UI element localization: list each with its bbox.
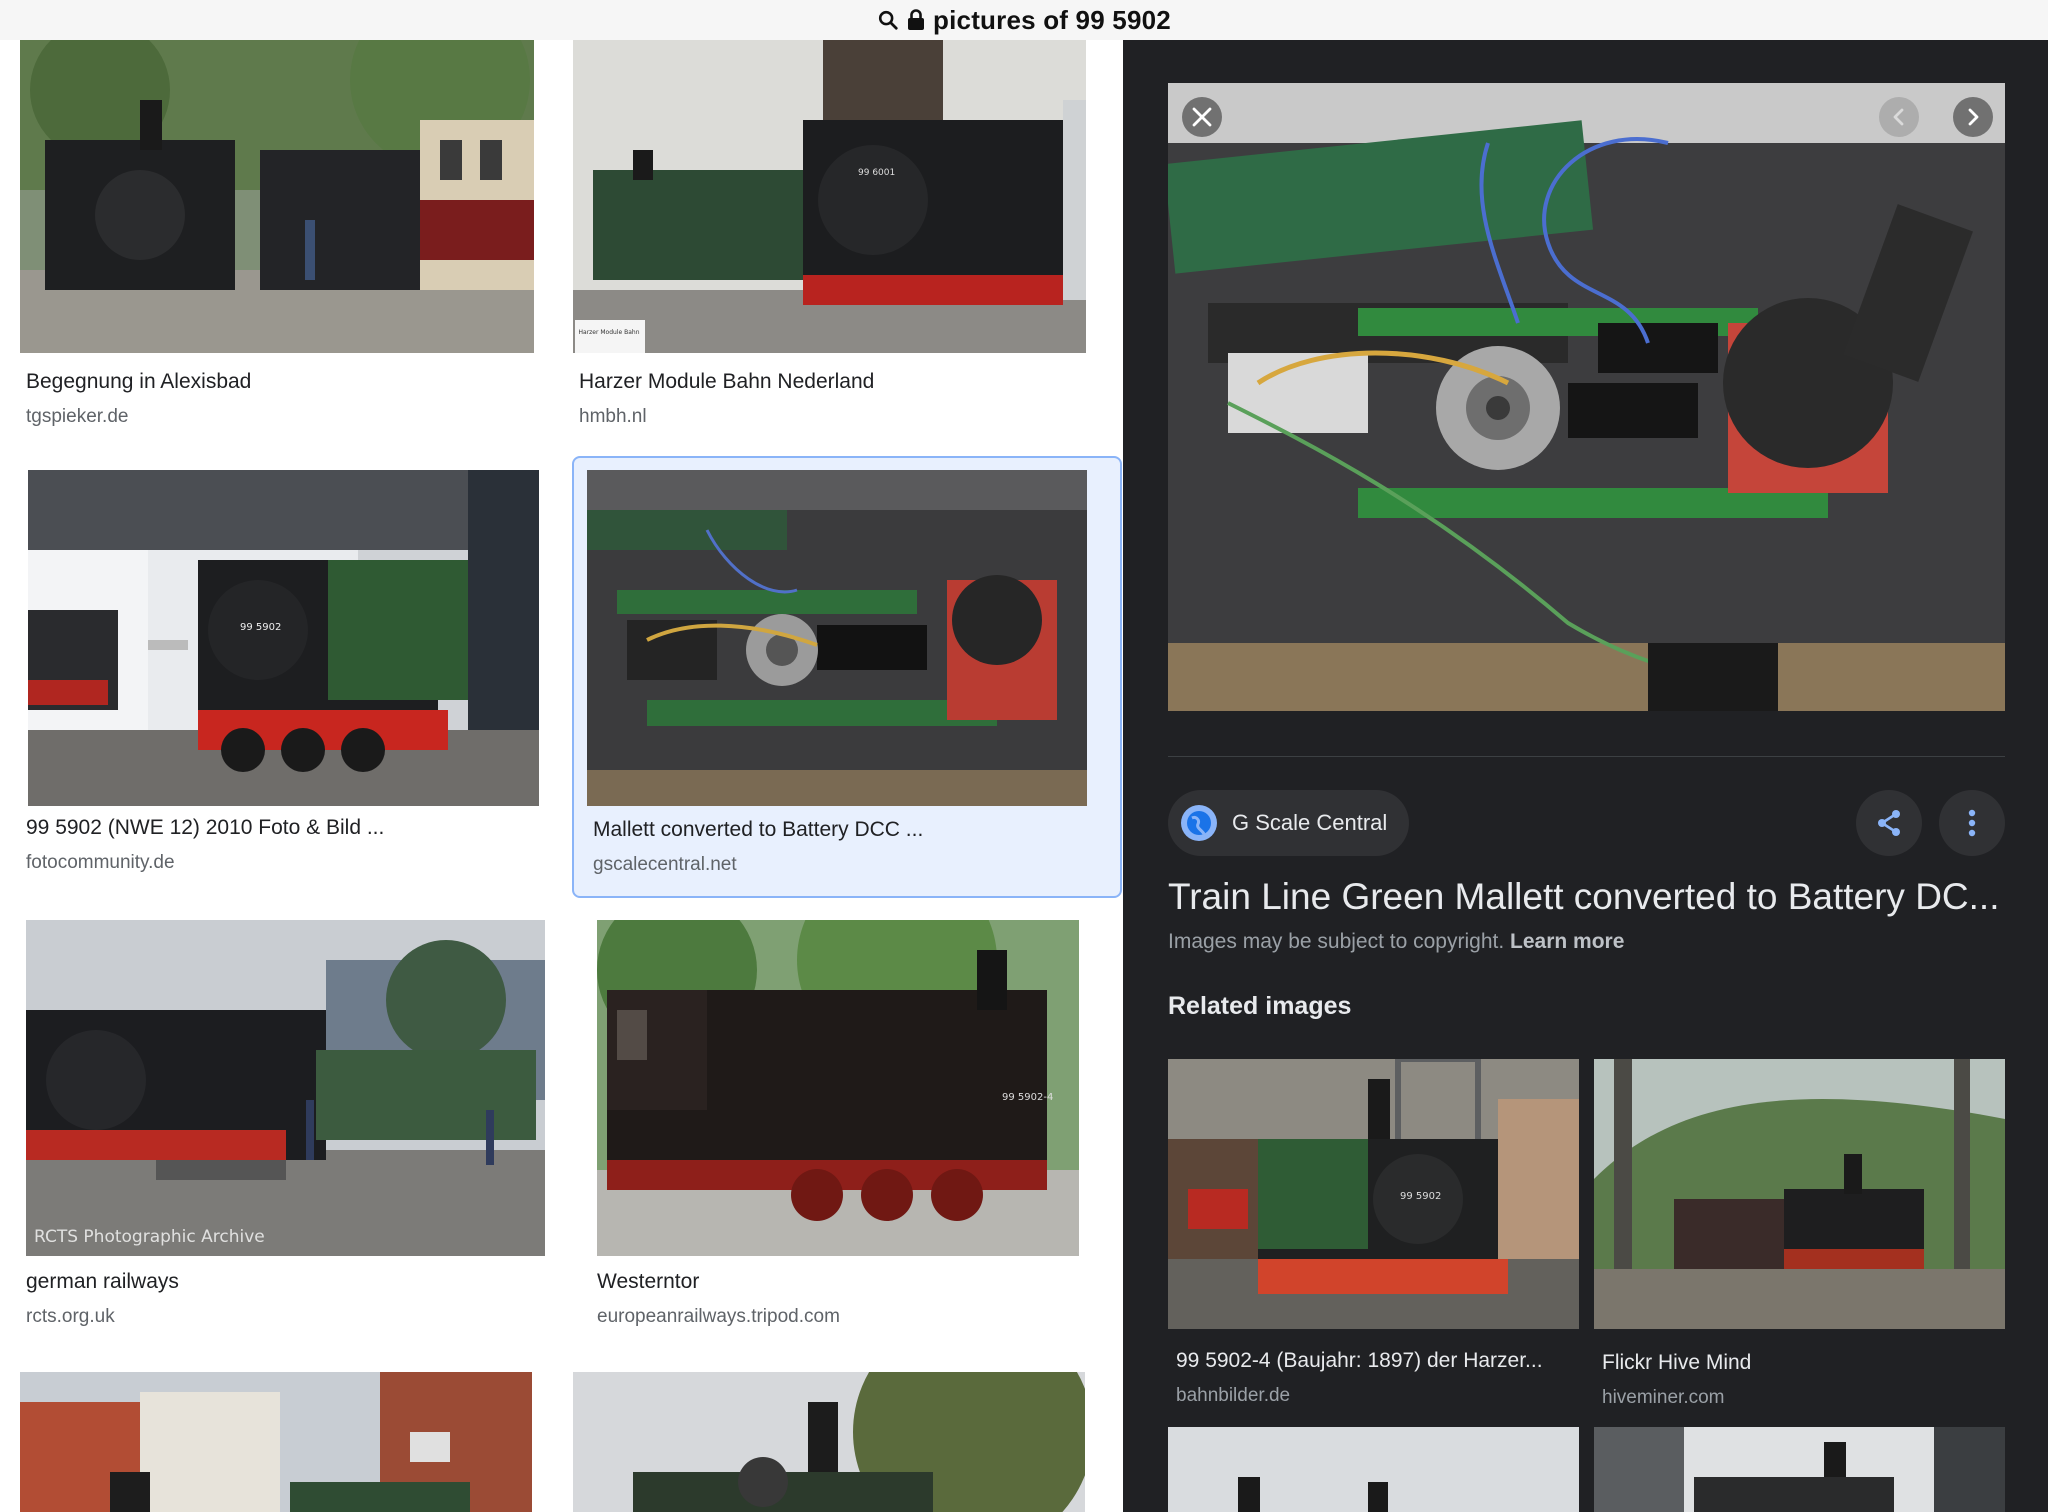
related-thumbnail[interactable] bbox=[1594, 1427, 2005, 1512]
related-source[interactable]: hiveminer.com bbox=[1602, 1387, 1725, 1409]
result-tile[interactable] bbox=[0, 1372, 560, 1512]
result-tile[interactable]: 99 6001 Harzer Module Bahn Harzer Module… bbox=[560, 40, 1123, 460]
related-source[interactable]: bahnbilder.de bbox=[1176, 1385, 1290, 1407]
related-heading: Related images bbox=[1168, 992, 1352, 1020]
related-thumbnail[interactable]: 99 5902 bbox=[1168, 1059, 1579, 1329]
related-tile[interactable]: 99 5902 99 5902-4 (Baujahr: 1897) der Ha… bbox=[1168, 1059, 1579, 1439]
result-thumbnail[interactable] bbox=[20, 1372, 532, 1512]
chevron-left-icon bbox=[1893, 108, 1904, 126]
result-thumbnail[interactable]: 99 5902 bbox=[28, 470, 539, 806]
related-tile[interactable] bbox=[1594, 1427, 2005, 1512]
result-source[interactable]: europeanrailways.tripod.com bbox=[597, 1306, 840, 1328]
result-caption[interactable]: german railways bbox=[26, 1270, 179, 1294]
share-button[interactable] bbox=[1856, 790, 1922, 856]
more-vert-icon bbox=[1968, 809, 1976, 837]
result-tile[interactable]: Begegnung in Alexisbad tgspieker.de bbox=[0, 40, 560, 460]
result-thumbnail[interactable]: RCTS Photographic Archive bbox=[26, 920, 545, 1256]
site-name: G Scale Central bbox=[1232, 810, 1388, 835]
result-tile-selected[interactable]: Mallett converted to Battery DCC ... gsc… bbox=[572, 456, 1122, 898]
close-icon bbox=[1192, 107, 1212, 127]
related-caption[interactable]: 99 5902-4 (Baujahr: 1897) der Harzer... bbox=[1176, 1349, 1543, 1373]
result-thumbnail[interactable] bbox=[587, 470, 1087, 806]
preview-image[interactable] bbox=[1168, 83, 2005, 711]
lock-icon bbox=[908, 9, 925, 30]
rcts-watermark: RCTS Photographic Archive bbox=[34, 1227, 265, 1247]
result-tile[interactable]: RCTS Photographic Archive german railway… bbox=[0, 920, 560, 1340]
result-source[interactable]: rcts.org.uk bbox=[26, 1306, 115, 1328]
result-thumbnail[interactable]: 99 5902-4 bbox=[597, 920, 1079, 1256]
share-icon bbox=[1878, 810, 1900, 836]
result-thumbnail[interactable] bbox=[573, 1372, 1085, 1512]
globe-icon bbox=[1181, 805, 1217, 841]
next-image-button[interactable] bbox=[1953, 97, 1993, 137]
result-tile[interactable]: 99 5902-4 Westerntor europeanrailways.tr… bbox=[560, 920, 1123, 1340]
related-thumbnail[interactable] bbox=[1168, 1427, 1579, 1512]
result-source[interactable]: tgspieker.de bbox=[26, 406, 128, 428]
related-caption[interactable]: Flickr Hive Mind bbox=[1602, 1351, 1751, 1375]
result-caption[interactable]: Westerntor bbox=[597, 1270, 699, 1294]
chevron-right-icon bbox=[1968, 108, 1979, 126]
result-caption[interactable]: 99 5902 (NWE 12) 2010 Foto & Bild ... bbox=[26, 816, 384, 840]
related-tile[interactable]: Flickr Hive Mind hiveminer.com bbox=[1594, 1059, 2005, 1439]
copyright-text: Images may be subject to copyright. bbox=[1168, 930, 1505, 953]
result-source[interactable]: hmbh.nl bbox=[579, 406, 647, 428]
related-thumbnail[interactable] bbox=[1594, 1059, 2005, 1329]
result-caption[interactable]: Harzer Module Bahn Nederland bbox=[579, 370, 874, 394]
close-button[interactable] bbox=[1182, 97, 1222, 137]
preview-title[interactable]: Train Line Green Mallett converted to Ba… bbox=[1168, 876, 2000, 918]
result-tile[interactable]: 99 5902 99 5902 (NWE 12) 2010 Foto & Bil… bbox=[0, 470, 560, 900]
result-caption[interactable]: Mallett converted to Battery DCC ... bbox=[593, 818, 923, 842]
learn-more-link[interactable]: Learn more bbox=[1510, 930, 1624, 953]
result-tile[interactable] bbox=[560, 1372, 1123, 1512]
result-thumbnail[interactable]: 99 6001 Harzer Module Bahn bbox=[573, 40, 1086, 353]
preview-panel: G Scale Central Train Line Green Mallett… bbox=[1123, 40, 2048, 1512]
harzer-sign-text: Harzer Module Bahn bbox=[579, 329, 640, 336]
copyright-notice: Images may be subject to copyright. Lear… bbox=[1168, 930, 1624, 954]
related-tile[interactable] bbox=[1168, 1427, 1579, 1512]
result-source[interactable]: gscalecentral.net bbox=[593, 854, 737, 876]
result-caption[interactable]: Begegnung in Alexisbad bbox=[26, 370, 251, 394]
svg-text:99 5902-4: 99 5902-4 bbox=[1002, 1092, 1053, 1103]
svg-text:99 5902: 99 5902 bbox=[1400, 1191, 1441, 1202]
results-grid: Begegnung in Alexisbad tgspieker.de 99 6… bbox=[0, 40, 1123, 1512]
result-thumbnail[interactable] bbox=[20, 40, 534, 353]
svg-text:99 6001: 99 6001 bbox=[858, 168, 895, 178]
previous-image-button[interactable] bbox=[1879, 97, 1919, 137]
panel-divider bbox=[1168, 756, 2005, 757]
result-source[interactable]: fotocommunity.de bbox=[26, 852, 175, 874]
more-options-button[interactable] bbox=[1939, 790, 2005, 856]
url-text: pictures of 99 5902 bbox=[933, 4, 1171, 35]
loco-number-plate: 99 5902 bbox=[240, 622, 281, 633]
site-chip[interactable]: G Scale Central bbox=[1168, 790, 1410, 856]
search-icon bbox=[878, 10, 898, 30]
address-bar[interactable]: pictures of 99 5902 bbox=[0, 0, 2048, 41]
